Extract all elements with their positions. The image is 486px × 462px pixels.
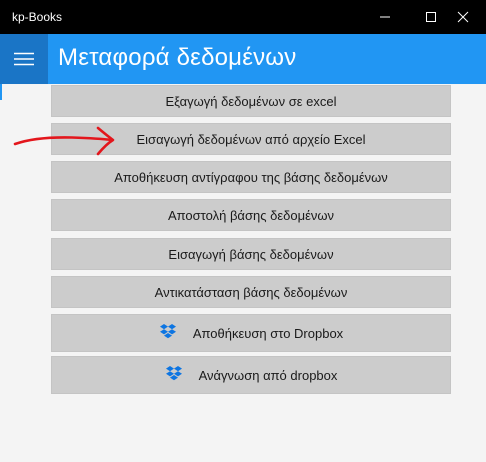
button-label: Εισαγωγή δεδομένων από αρχείο Excel bbox=[136, 131, 366, 147]
button-label: Ανάγνωση από dropbox bbox=[198, 367, 338, 383]
button-label: Εισαγωγή βάσης δεδομένων bbox=[168, 246, 334, 262]
menu-button[interactable] bbox=[0, 34, 48, 84]
page-title: Μεταφορά δεδομένων bbox=[58, 44, 297, 71]
maximize-icon bbox=[426, 12, 436, 22]
close-button[interactable] bbox=[440, 0, 486, 34]
window-title: kp-Books bbox=[12, 10, 63, 24]
nav-edge bbox=[0, 84, 2, 100]
backup-database-button[interactable]: Αποθήκευση αντίγραφου της βάσης δεδομένω… bbox=[51, 161, 451, 193]
send-database-button[interactable]: Αποστολή βάσης δεδομένων bbox=[51, 199, 451, 231]
close-icon bbox=[457, 11, 469, 23]
save-to-dropbox-button[interactable]: Αποθήκευση στο Dropbox bbox=[51, 314, 451, 352]
dropbox-icon bbox=[165, 365, 183, 385]
button-label: Εξαγωγή δεδομένων σε excel bbox=[165, 93, 337, 109]
button-label: Αποστολή βάσης δεδομένων bbox=[167, 207, 335, 223]
button-label: Αντικατάσταση βάσης δεδομένων bbox=[154, 284, 348, 300]
read-from-dropbox-button[interactable]: Ανάγνωση από dropbox bbox=[51, 356, 451, 394]
minimize-icon bbox=[380, 16, 390, 18]
app-header: Μεταφορά δεδομένων bbox=[0, 34, 486, 84]
replace-database-button[interactable]: Αντικατάσταση βάσης δεδομένων bbox=[51, 276, 451, 308]
button-label: Αποθήκευση αντίγραφου της βάσης δεδομένω… bbox=[114, 169, 388, 185]
hamburger-icon bbox=[14, 52, 34, 66]
import-database-button[interactable]: Εισαγωγή βάσης δεδομένων bbox=[51, 238, 451, 270]
export-excel-button[interactable]: Εξαγωγή δεδομένων σε excel bbox=[51, 85, 451, 117]
red-arrow-annotation bbox=[13, 126, 115, 156]
button-label: Αποθήκευση στο Dropbox bbox=[192, 325, 344, 341]
dropbox-icon bbox=[159, 323, 177, 343]
minimize-button[interactable] bbox=[362, 0, 408, 34]
window-titlebar: kp-Books bbox=[0, 0, 486, 34]
